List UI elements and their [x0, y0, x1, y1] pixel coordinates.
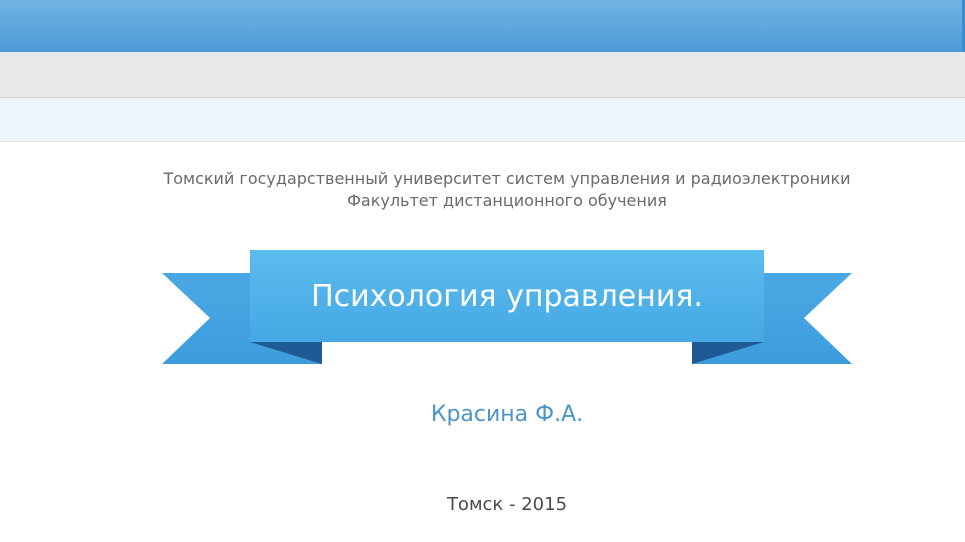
toolbar-bar [0, 52, 965, 98]
university-heading: Томский государственный университет сист… [0, 168, 965, 212]
top-blue-bar [0, 0, 965, 52]
faculty-name: Факультет дистанционного обучения [347, 191, 667, 210]
author-name: Красина Ф.А. [430, 402, 584, 427]
title-ribbon: Психология управления. [162, 250, 852, 365]
course-title: Психология управления. [311, 278, 703, 314]
city-year: Томск - 2015 [446, 494, 568, 515]
university-name: Томский государственный университет сист… [163, 169, 851, 188]
info-bar [0, 98, 965, 142]
